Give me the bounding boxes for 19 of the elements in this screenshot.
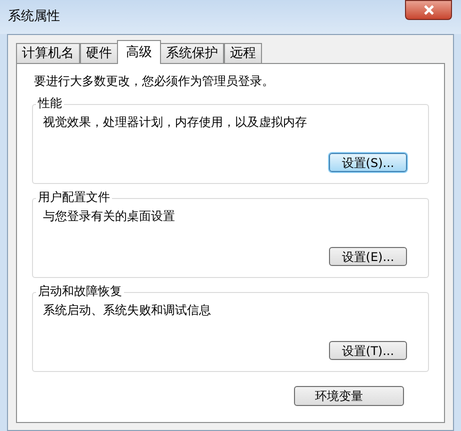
- settings-button[interactable]: 设置(S)...: [329, 153, 407, 172]
- environment-variables-button[interactable]: 环境变量: [294, 386, 404, 406]
- tab[interactable]: 远程: [224, 43, 262, 63]
- group-description: 与您登录有关的桌面设置: [43, 208, 176, 225]
- settings-button[interactable]: 设置(T)...: [329, 341, 407, 360]
- window-title: 系统属性: [8, 8, 60, 26]
- group-description: 视觉效果，处理器计划，内存使用，以及虚拟内存: [43, 114, 308, 131]
- tab[interactable]: 硬件: [80, 43, 118, 63]
- group-title: 启动和故障恢复: [36, 283, 124, 299]
- settings-button[interactable]: 设置(E)...: [329, 247, 407, 266]
- close-button[interactable]: [405, 0, 452, 20]
- group-description: 系统启动、系统失败和调试信息: [43, 302, 212, 319]
- close-icon: [422, 5, 434, 15]
- notice-text: 要进行大多数更改，您必须作为管理员登录。: [34, 73, 275, 90]
- tab[interactable]: 高级: [117, 40, 161, 64]
- group-title: 用户配置文件: [36, 189, 112, 205]
- tab[interactable]: 计算机名: [16, 43, 80, 63]
- tab[interactable]: 系统保护: [160, 43, 224, 63]
- group-title: 性能: [36, 95, 64, 111]
